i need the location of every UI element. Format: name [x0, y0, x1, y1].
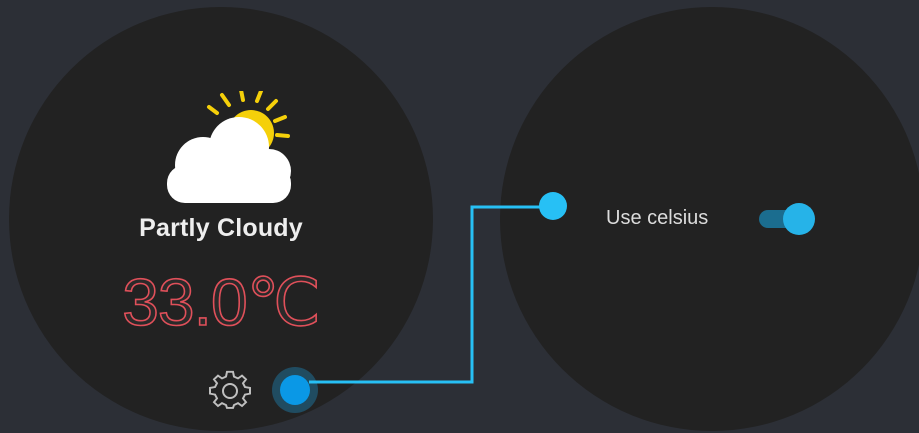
flow-target-dot	[539, 192, 567, 220]
gear-icon[interactable]	[209, 370, 251, 412]
page-indicator-dot[interactable]	[272, 367, 318, 413]
use-celsius-toggle[interactable]	[759, 201, 817, 237]
weather-condition: Partly Cloudy	[139, 214, 303, 242]
temperature-value: 33.0℃	[121, 264, 321, 340]
partly-cloudy-icon	[167, 91, 291, 203]
use-celsius-label: Use celsius	[606, 207, 709, 229]
page-indicator-dot-inner	[280, 375, 310, 405]
toggle-thumb[interactable]	[783, 203, 815, 235]
weather-watch-face: Partly Cloudy 33.0℃	[9, 7, 433, 431]
settings-watch-face	[500, 7, 919, 431]
